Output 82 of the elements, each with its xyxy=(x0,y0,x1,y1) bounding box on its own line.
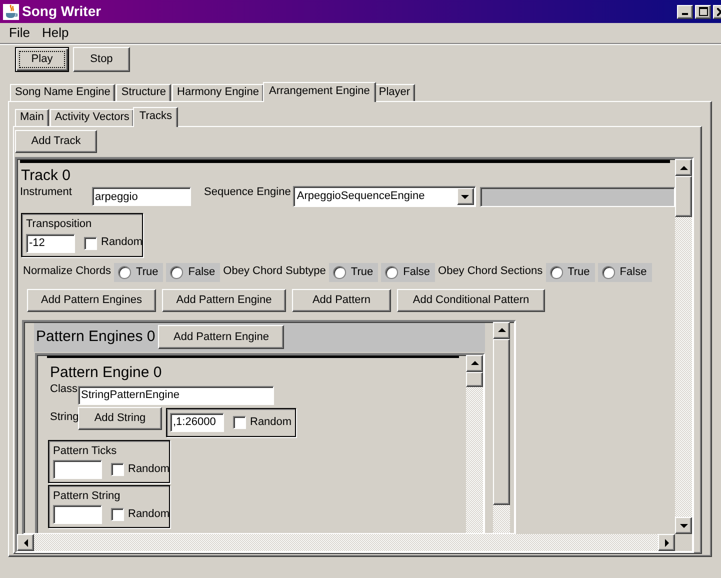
scroll-left-button[interactable] xyxy=(17,534,34,552)
scroll-up-button[interactable] xyxy=(493,322,510,339)
checkbox[interactable] xyxy=(84,236,97,250)
tab[interactable]: Main xyxy=(15,109,49,126)
panel-title: Pattern Engines 0 xyxy=(36,328,156,346)
scroll-thumb[interactable] xyxy=(493,338,510,505)
field-label: Class xyxy=(50,382,78,397)
add-string-button[interactable]: Add String xyxy=(78,406,162,430)
scroll-up-button[interactable] xyxy=(466,354,483,372)
checkbox[interactable] xyxy=(111,462,124,476)
toolbar-button[interactable]: Stop xyxy=(73,47,130,72)
maximize-icon xyxy=(698,7,708,16)
action-button[interactable]: Add Pattern Engines xyxy=(27,288,156,312)
text-field[interactable] xyxy=(53,460,102,479)
add-pattern-engine-button[interactable]: Add Pattern Engine xyxy=(158,325,284,350)
tab[interactable]: Harmony Engine xyxy=(172,84,264,102)
text-field[interactable] xyxy=(53,505,102,524)
menu-item[interactable]: Help xyxy=(36,23,75,43)
minimize-button[interactable] xyxy=(677,4,693,18)
scroll-down-button[interactable] xyxy=(675,517,692,534)
class-field[interactable]: StringPatternEngine xyxy=(78,386,274,405)
up-arrow-icon xyxy=(498,328,506,332)
radio-option[interactable]: True xyxy=(328,262,378,282)
option-label: Normalize Chords xyxy=(23,264,112,278)
left-arrow-icon xyxy=(24,538,28,547)
down-arrow-icon xyxy=(680,524,688,528)
checkbox-label: Random xyxy=(101,236,143,250)
toolbar-button[interactable]: Play xyxy=(15,47,69,72)
menu-item[interactable]: File xyxy=(3,23,36,43)
tab[interactable]: Song Name Engine xyxy=(10,84,116,102)
radio-button[interactable] xyxy=(118,266,132,279)
group-title: Pattern Ticks xyxy=(53,444,118,458)
group-title: Pattern String xyxy=(53,490,122,504)
tab[interactable]: Tracks xyxy=(133,107,178,128)
field-label: String xyxy=(50,410,78,424)
tab[interactable]: Structure xyxy=(116,84,172,102)
coffee-cup-icon xyxy=(3,4,19,20)
radio-option[interactable]: True xyxy=(114,262,164,282)
track-title: Track 0 xyxy=(21,167,72,186)
action-button[interactable]: Add Conditional Pattern xyxy=(397,288,545,312)
field-label: Instrument xyxy=(20,186,73,200)
checkbox[interactable] xyxy=(233,416,246,429)
dropdown-button[interactable] xyxy=(456,188,474,206)
radio-button[interactable] xyxy=(550,266,563,279)
right-arrow-icon xyxy=(664,538,668,547)
radio-option[interactable]: False xyxy=(381,262,436,282)
engine-title: Pattern Engine 0 xyxy=(50,364,163,382)
scroll-right-button[interactable] xyxy=(658,534,675,552)
radio-option[interactable]: True xyxy=(546,262,595,282)
checkbox-label: Random xyxy=(128,462,170,476)
radio-button[interactable] xyxy=(170,266,184,279)
scroll-thumb[interactable] xyxy=(466,372,483,387)
text-field[interactable]: -12 xyxy=(26,234,75,253)
group-title: Transposition xyxy=(26,218,93,232)
tab[interactable]: Arrangement Engine xyxy=(262,82,376,102)
up-arrow-icon xyxy=(470,361,478,366)
scroll-up-button[interactable] xyxy=(675,159,692,176)
tab[interactable]: Activity Vectors xyxy=(50,109,134,126)
field-label: Sequence Engine xyxy=(204,186,291,200)
radio-option[interactable]: False xyxy=(166,262,220,282)
checkbox-label: Random xyxy=(250,416,292,429)
window-title: Song Writer xyxy=(22,3,102,20)
option-label: Obey Chord Sections xyxy=(438,264,543,278)
maximize-button[interactable] xyxy=(695,4,711,18)
instrument-field[interactable]: arpeggio xyxy=(92,187,191,206)
radio-button[interactable] xyxy=(332,266,346,279)
radio-button[interactable] xyxy=(602,266,615,279)
tab[interactable]: Player xyxy=(374,84,416,102)
caret-icon xyxy=(461,194,470,199)
sequence-engine-dropdown[interactable]: ArpeggioSequenceEngine xyxy=(292,186,476,208)
checkbox-label: Random xyxy=(128,508,170,522)
radio-button[interactable] xyxy=(385,266,398,279)
action-button[interactable]: Add Pattern xyxy=(292,288,391,312)
option-label: Obey Chord Subtype xyxy=(223,264,326,278)
text-field[interactable]: ,1:26000 xyxy=(170,412,224,432)
add-track-button[interactable]: Add Track xyxy=(15,130,97,154)
radio-option[interactable]: False xyxy=(598,262,652,282)
scroll-thumb[interactable] xyxy=(675,176,692,218)
action-button[interactable]: Add Pattern Engine xyxy=(162,288,286,312)
minimize-icon xyxy=(682,13,688,15)
checkbox[interactable] xyxy=(111,508,124,522)
up-arrow-icon xyxy=(680,166,688,170)
